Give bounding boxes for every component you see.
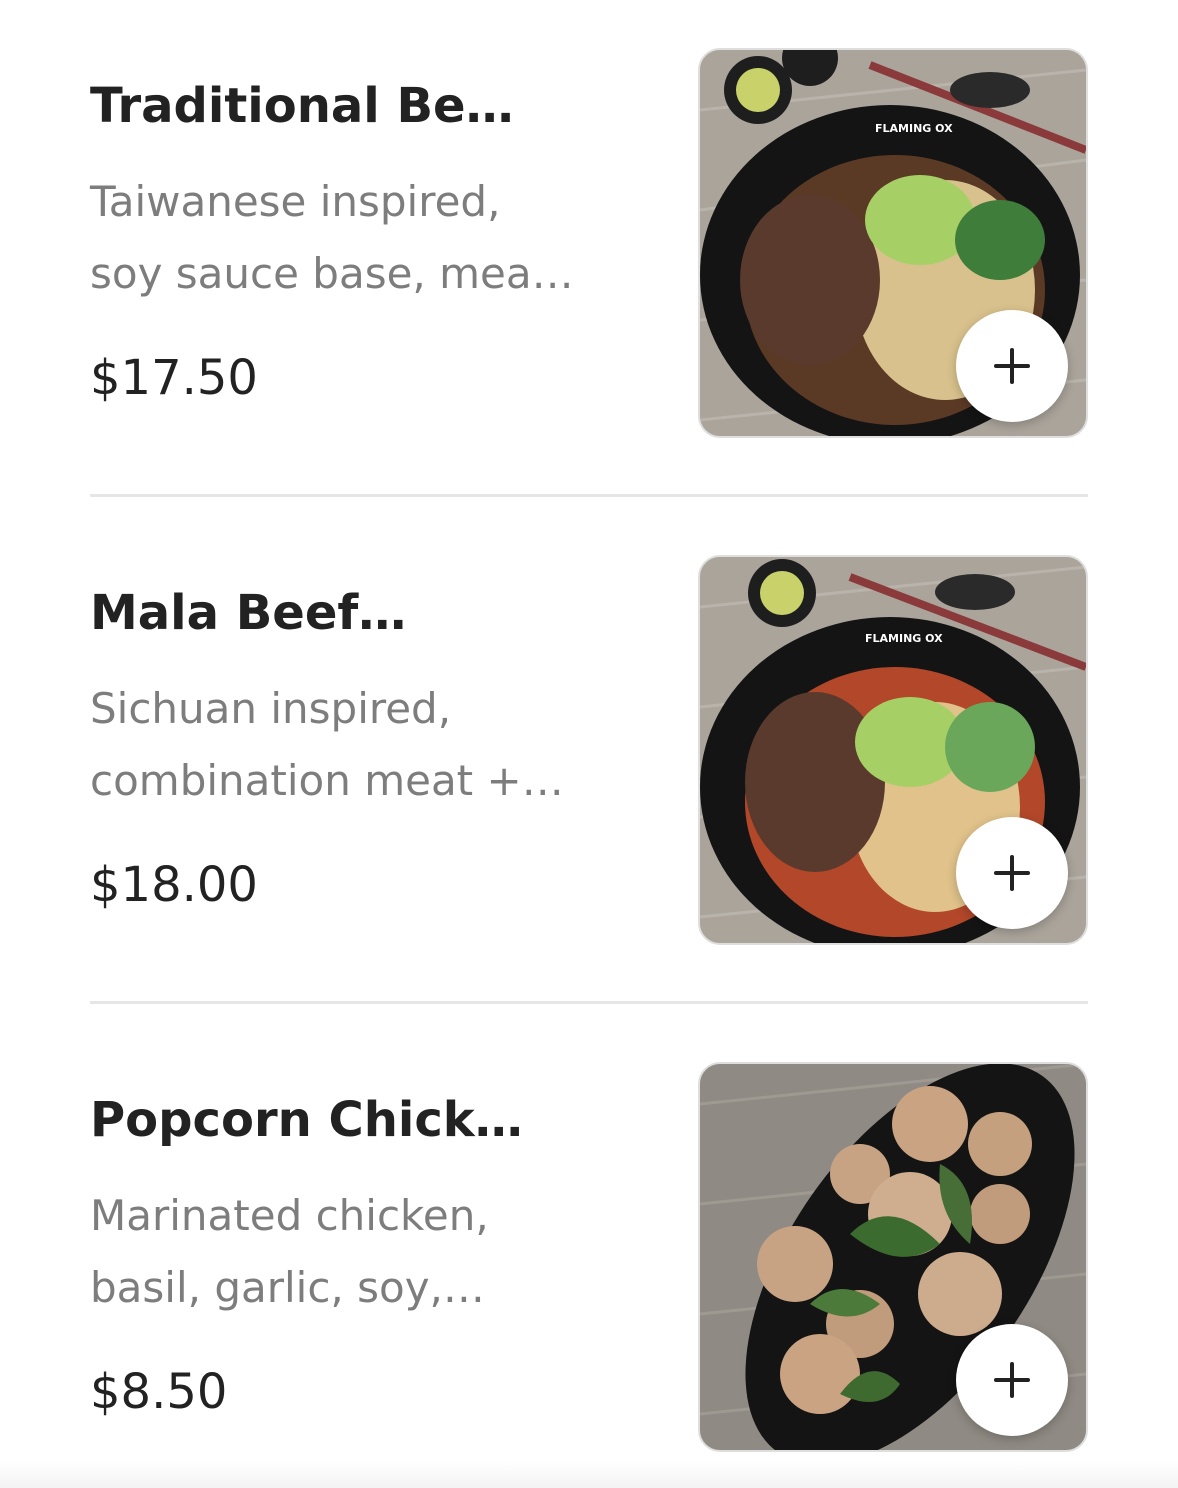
- menu-item-title: Mala Beef…: [90, 585, 407, 641]
- menu-item-description-line: Sichuan inspired,: [90, 684, 452, 733]
- plus-icon: [994, 855, 1030, 891]
- menu-item[interactable]: Popcorn Chick… Marinated chicken, basil,…: [90, 1062, 1088, 1452]
- menu-item[interactable]: Mala Beef… Sichuan inspired, combination…: [90, 555, 1088, 945]
- plus-icon: [994, 348, 1030, 384]
- bottom-fade: [0, 1462, 1178, 1488]
- add-to-cart-button[interactable]: [956, 817, 1068, 929]
- add-to-cart-button[interactable]: [956, 1324, 1068, 1436]
- menu-item-description: Taiwanese inspired, soy sauce base, mea…: [90, 166, 610, 310]
- menu-item-title: Popcorn Chick…: [90, 1092, 523, 1148]
- bowl-text: FLAMING OX: [865, 632, 943, 645]
- add-to-cart-button[interactable]: [956, 310, 1068, 422]
- plus-icon: [994, 1362, 1030, 1398]
- menu-item-title: Traditional Be…: [90, 78, 514, 134]
- menu-item-price: $17.50: [90, 350, 258, 406]
- menu-item-description-line: soy sauce base, mea…: [90, 249, 574, 298]
- menu-item-description-line: basil, garlic, soy,…: [90, 1263, 485, 1312]
- menu-item-description: Marinated chicken, basil, garlic, soy,…: [90, 1180, 610, 1324]
- menu-item-description-line: combination meat +…: [90, 756, 564, 805]
- menu-item-description-line: Taiwanese inspired,: [90, 177, 501, 226]
- divider: [90, 1001, 1088, 1004]
- menu-item-description-line: Marinated chicken,: [90, 1191, 489, 1240]
- menu-item-price: $8.50: [90, 1364, 228, 1420]
- menu-item-description: Sichuan inspired, combination meat +…: [90, 673, 610, 817]
- menu-item[interactable]: Traditional Be… Taiwanese inspired, soy …: [90, 48, 1088, 438]
- menu-item-price: $18.00: [90, 857, 258, 913]
- menu-item-text: Traditional Be… Taiwanese inspired, soy …: [90, 48, 650, 438]
- bowl-text: FLAMING OX: [875, 122, 953, 135]
- divider: [90, 494, 1088, 497]
- menu-item-text: Mala Beef… Sichuan inspired, combination…: [90, 555, 650, 945]
- menu-item-text: Popcorn Chick… Marinated chicken, basil,…: [90, 1062, 650, 1452]
- menu-item-list: Traditional Be… Taiwanese inspired, soy …: [0, 0, 1178, 1488]
